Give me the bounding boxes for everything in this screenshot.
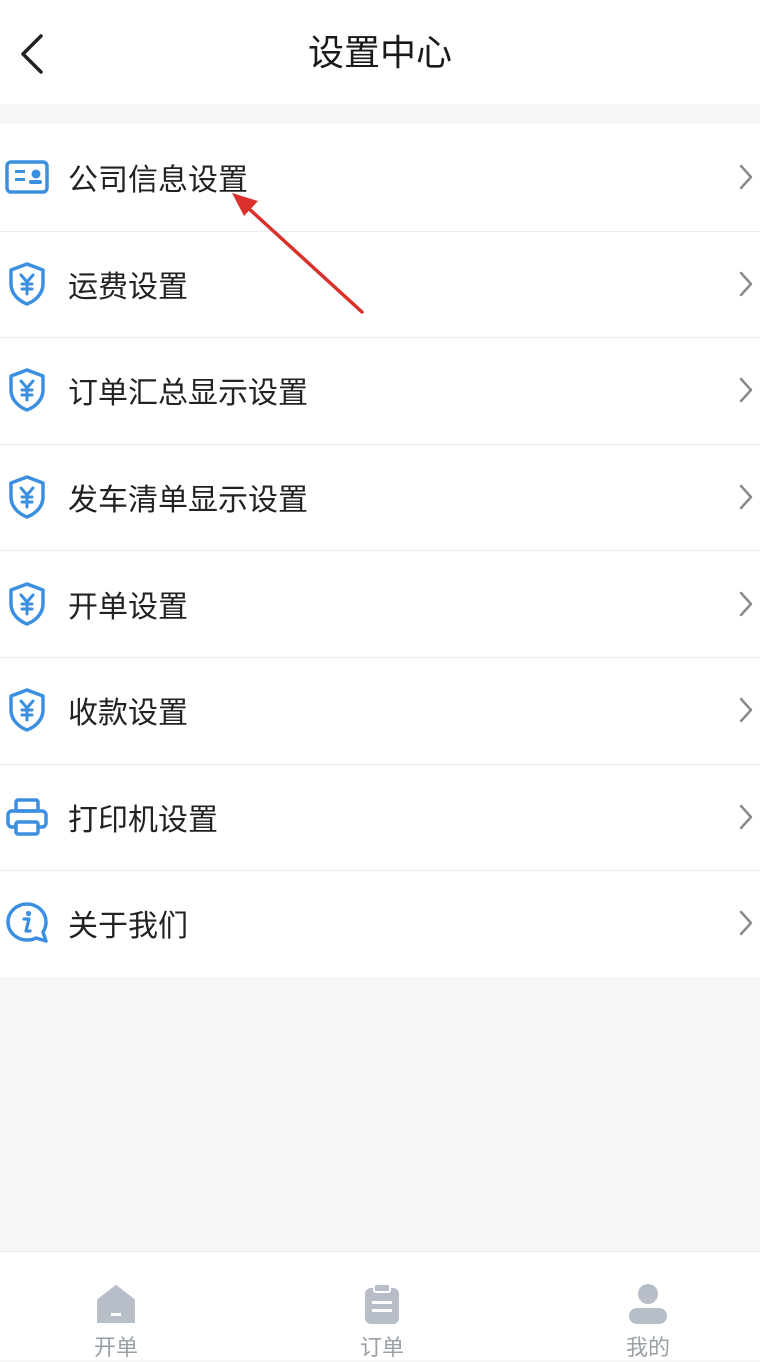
clipboard-icon <box>365 1283 399 1324</box>
yuan-shield-icon <box>4 686 50 734</box>
info-bubble-icon <box>4 899 50 947</box>
menu-item-label: 收款设置 <box>68 696 188 732</box>
chevron-right-icon <box>739 591 753 616</box>
menu-item-billing[interactable]: 开单设置 <box>0 550 760 657</box>
chevron-right-icon <box>739 911 753 936</box>
menu-item-label: 开单设置 <box>68 589 188 625</box>
menu-item-payment[interactable]: 收款设置 <box>0 656 760 764</box>
bottom-tab-bar: 开单 订单 我的 <box>0 1251 760 1361</box>
chevron-right-icon <box>739 698 753 723</box>
yuan-shield-icon <box>4 580 50 628</box>
menu-item-dispatch-list[interactable]: 发车清单显示设置 <box>0 443 760 551</box>
yuan-shield-icon <box>4 366 50 414</box>
tab-orders[interactable]: 订单 <box>312 1252 452 1361</box>
page-title: 设置中心 <box>307 33 452 74</box>
menu-item-company-info[interactable]: 公司信息设置 <box>0 124 760 231</box>
chevron-right-icon <box>739 271 753 297</box>
chevron-right-icon <box>739 804 753 830</box>
id-card-icon <box>4 153 50 201</box>
settings-menu: 公司信息设置 运费设置 订单汇总显示设置 发车清单显示设置 开单设置 收款设置 … <box>0 124 760 977</box>
menu-item-label: 订单汇总显示设置 <box>68 376 308 412</box>
home-icon <box>97 1285 135 1323</box>
printer-icon <box>4 793 50 841</box>
yuan-shield-icon <box>4 260 50 308</box>
menu-item-label: 运费设置 <box>68 269 188 305</box>
tab-create-order[interactable]: 开单 <box>46 1252 186 1361</box>
top-nav-bar: 设置中心 <box>0 0 760 104</box>
menu-item-freight[interactable]: 运费设置 <box>0 230 760 338</box>
tab-label: 订单 <box>359 1336 404 1361</box>
tab-label: 开单 <box>93 1336 138 1361</box>
chevron-right-icon <box>739 165 753 190</box>
menu-item-label: 发车清单显示设置 <box>68 483 308 519</box>
yuan-shield-icon <box>4 473 50 521</box>
tab-label: 我的 <box>625 1336 670 1361</box>
menu-item-about-us[interactable]: 关于我们 <box>0 870 760 977</box>
chevron-right-icon <box>739 484 753 510</box>
menu-item-label: 打印机设置 <box>68 802 218 838</box>
user-icon <box>629 1284 667 1324</box>
menu-item-label: 关于我们 <box>68 909 188 945</box>
menu-item-order-summary[interactable]: 订单汇总显示设置 <box>0 337 760 444</box>
menu-item-printer[interactable]: 打印机设置 <box>0 763 760 871</box>
chevron-right-icon <box>739 378 753 403</box>
tab-mine[interactable]: 我的 <box>578 1252 718 1361</box>
menu-item-label: 公司信息设置 <box>68 163 248 199</box>
